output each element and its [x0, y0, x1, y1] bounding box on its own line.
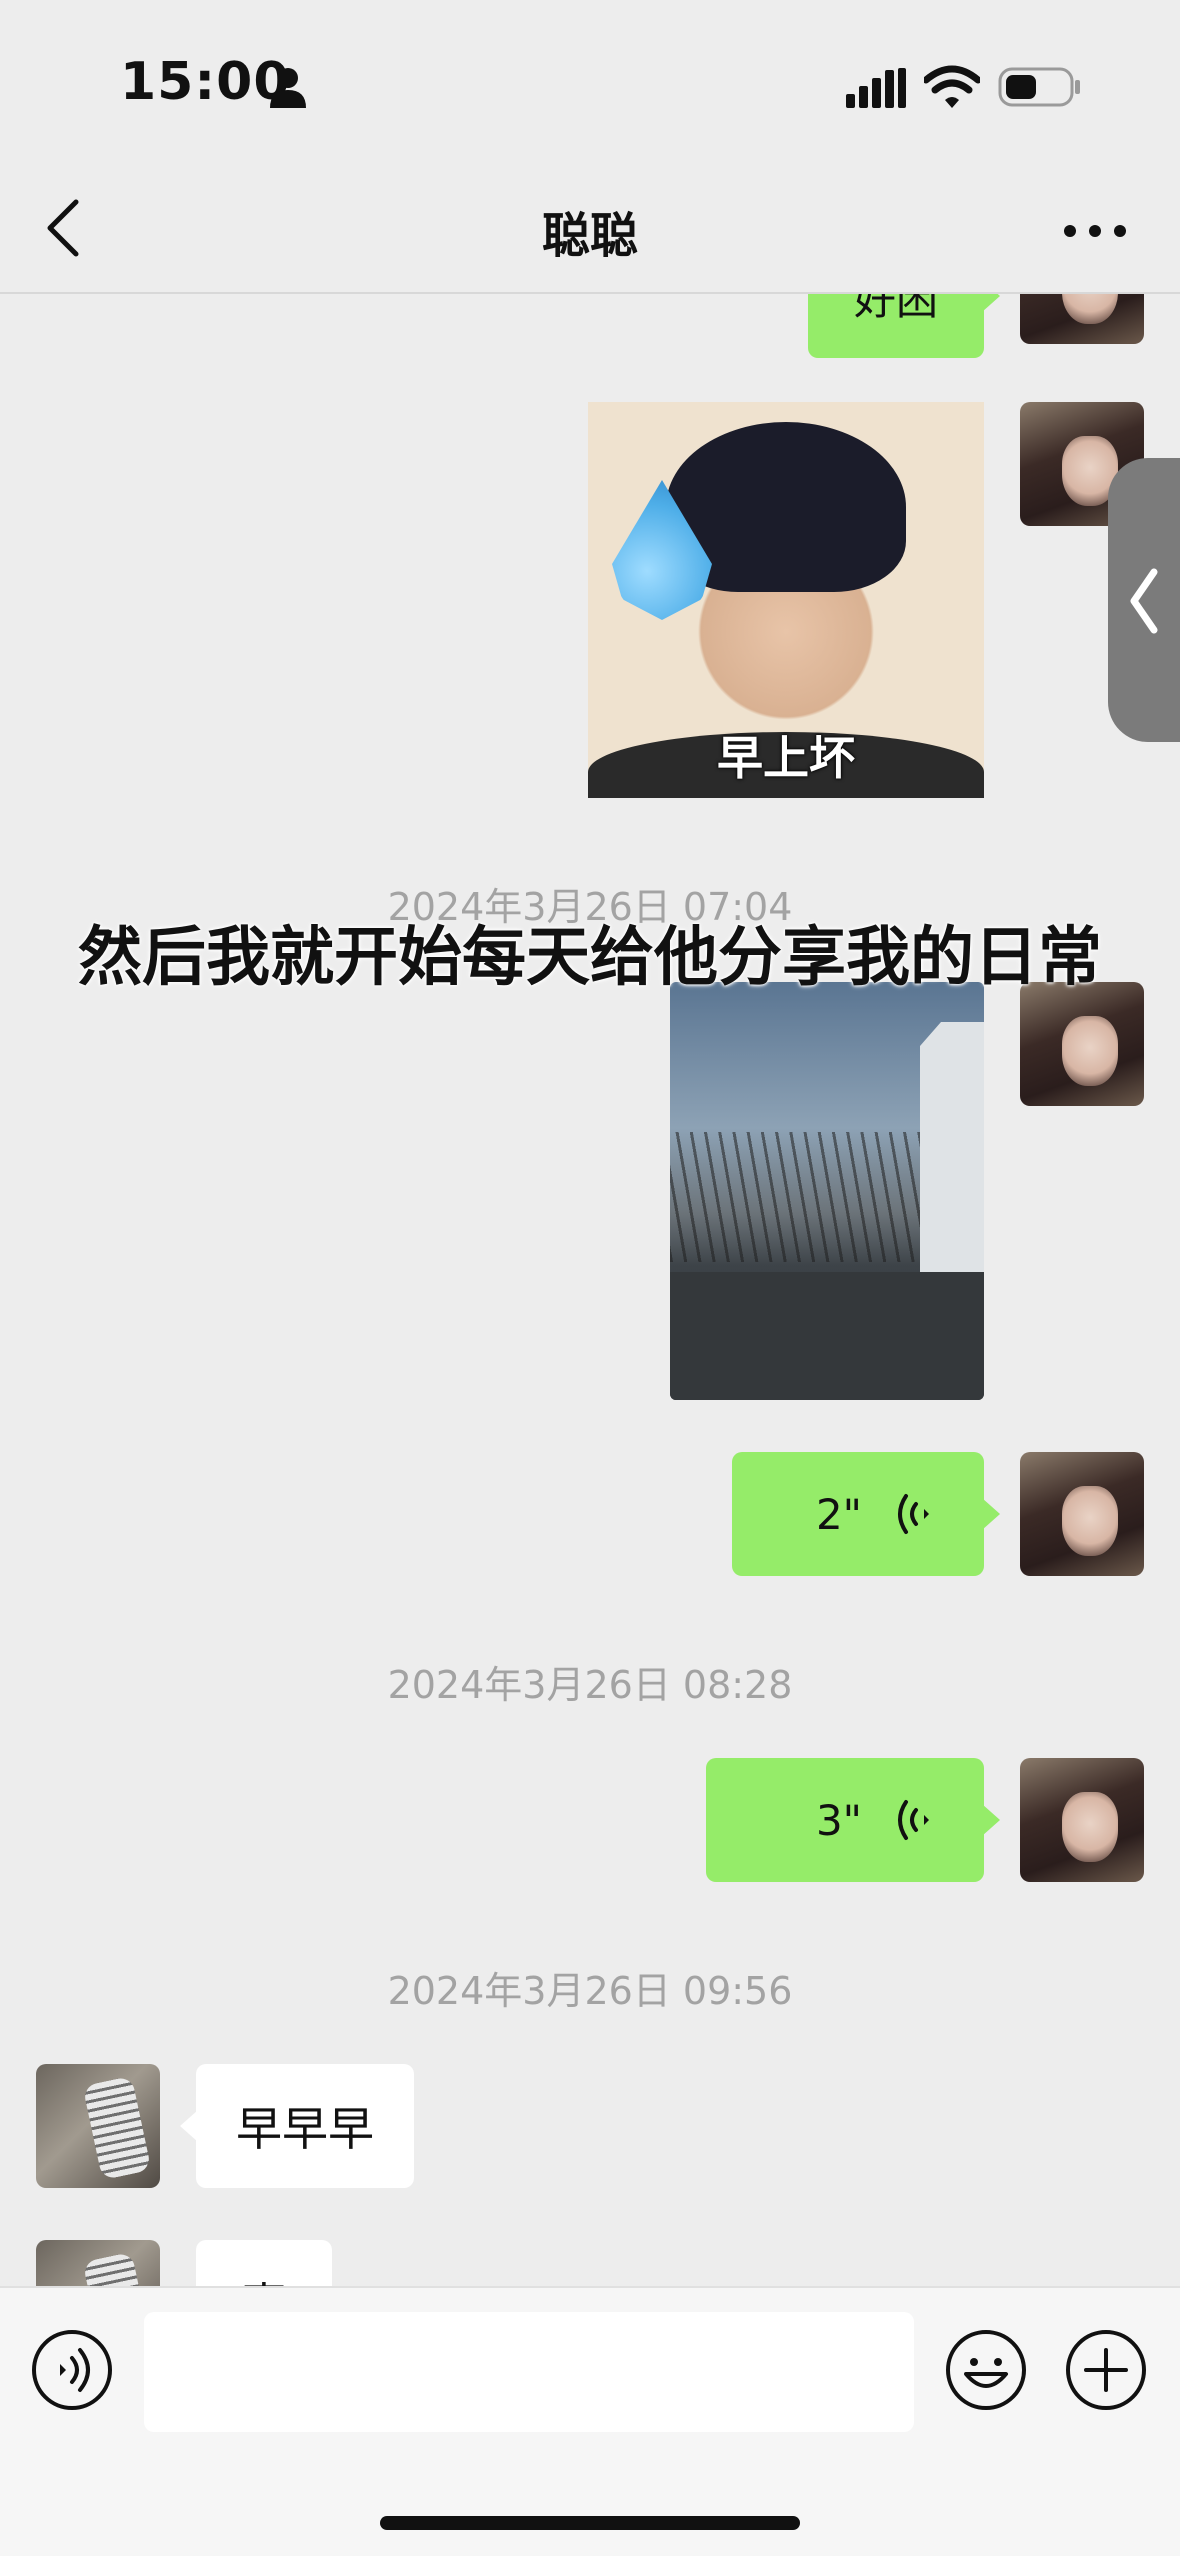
photo-ground [670, 1272, 984, 1400]
home-indicator[interactable] [380, 2516, 800, 2530]
battery-icon [998, 67, 1080, 107]
chat-title: 聪聪 [541, 208, 638, 264]
my-avatar[interactable] [1020, 294, 1144, 344]
sticker-message[interactable]: 早上坏 [588, 402, 984, 798]
voice-input-icon[interactable] [30, 2328, 114, 2412]
voice-duration: 3" [815, 1795, 862, 1845]
my-avatar[interactable] [1020, 1758, 1144, 1882]
side-floating-tab[interactable] [1108, 458, 1180, 742]
message-bubble-mine[interactable]: 好困 [808, 294, 1000, 358]
photo-trees [670, 1132, 930, 1262]
chevron-left-icon [1130, 568, 1158, 634]
message-text: 早早早 [236, 2102, 374, 2156]
input-bar [0, 2286, 1180, 2556]
image-message[interactable] [670, 982, 984, 1400]
plus-icon[interactable] [1064, 2328, 1148, 2412]
sticker-caption: 早上坏 [717, 731, 855, 785]
voice-duration: 2" [815, 1489, 862, 1539]
more-dots-icon[interactable] [1060, 216, 1130, 246]
message-bubble-friend[interactable]: 早早早 [180, 2064, 414, 2188]
person-icon [270, 68, 306, 108]
voice-message[interactable]: 2" [732, 1452, 1000, 1576]
emoji-icon[interactable] [944, 2328, 1028, 2412]
voice-message[interactable]: 3" [706, 1758, 1000, 1882]
message-text: 好困 [853, 294, 938, 324]
message-timestamp: 2024年3月26日 08:28 [387, 1663, 793, 1707]
message-timestamp: 2024年3月26日 09:56 [387, 1969, 793, 2013]
wifi-icon [924, 65, 980, 108]
my-avatar[interactable] [1020, 1452, 1144, 1576]
signal-icon [846, 68, 906, 108]
voice-wave-icon [898, 1800, 929, 1840]
chat-message-list[interactable]: 好困 早上坏 2024年3月26日 07:04 2" 2024年3月26日 08… [0, 294, 1180, 2294]
my-avatar[interactable] [1020, 982, 1144, 1106]
status-bar: 15:00 [0, 0, 1180, 170]
message-input[interactable] [144, 2312, 914, 2432]
friend-avatar[interactable] [36, 2064, 160, 2188]
status-time: 15:00 [120, 52, 291, 112]
voice-wave-icon [898, 1494, 929, 1534]
video-overlay-caption: 然后我就开始每天给他分享我的日常 [78, 921, 1102, 995]
nav-bar: 聪聪 [0, 170, 1180, 294]
